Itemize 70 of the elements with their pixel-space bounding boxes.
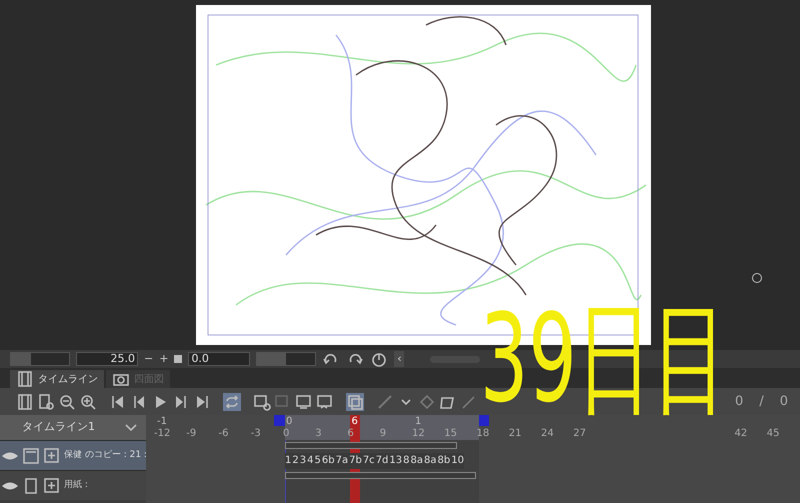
layer-row[interactable]: 保健 のコピー : 21 : — [0, 440, 146, 470]
cel-label: 7c — [362, 454, 375, 468]
page-icon[interactable] — [22, 476, 40, 494]
timeline-name: タイムライン1 — [22, 419, 95, 436]
range-start-marker — [274, 415, 285, 426]
film-icon[interactable] — [16, 370, 34, 388]
rotation-field[interactable]: 0.0 — [188, 352, 250, 366]
frame-tick: -12 — [154, 427, 170, 441]
loop-icon[interactable] — [223, 392, 241, 410]
rotation-slider[interactable] — [256, 352, 316, 366]
frame-tick: 3 — [315, 427, 322, 441]
expand-icon[interactable] — [43, 446, 61, 464]
reset-rotation-icon[interactable] — [370, 350, 388, 368]
layer-name: 用紙 : — [64, 478, 88, 492]
frame-tick: 9 — [380, 427, 386, 441]
cel-label: 6b — [322, 454, 335, 468]
zoom-out-button[interactable]: − — [144, 350, 154, 368]
cursor-icon — [752, 273, 762, 283]
onion-skin-icon[interactable] — [346, 392, 364, 410]
cel-label: 7d — [376, 454, 388, 468]
current-frame: 6 — [352, 415, 358, 429]
frame-tick: 12 — [412, 427, 425, 441]
panel-tab[interactable]: タイムライン — [10, 370, 104, 388]
zoom-slider[interactable] — [10, 352, 70, 366]
frame-tick: -9 — [186, 427, 196, 441]
zoom-out-icon[interactable] — [58, 392, 76, 410]
layer-name: 保健 のコピー : 21 : — [64, 448, 147, 462]
new-film-icon[interactable] — [37, 392, 55, 410]
cel-label: 1 — [285, 454, 292, 468]
frame-tick: 21 — [508, 427, 522, 441]
cel-label: 8a — [424, 454, 437, 468]
frame-tick: 27 — [573, 427, 586, 441]
section-label: 0 — [286, 415, 292, 428]
zoom-in-button[interactable]: + — [159, 350, 168, 368]
timeline-dropdown[interactable]: タイムライン1 — [0, 415, 146, 440]
collapse-button[interactable]: ‹ — [394, 350, 404, 368]
new-cel-icon[interactable] — [253, 392, 271, 410]
cel-label: 2 — [292, 454, 299, 468]
section-label: -1 — [157, 415, 167, 428]
zoom-field[interactable]: 25.0 — [76, 352, 138, 366]
frame-tick: 45 — [766, 427, 780, 441]
frame-tick: 0 — [283, 427, 290, 441]
cel-link-icon[interactable] — [295, 392, 313, 410]
zoom-in-icon[interactable] — [79, 392, 97, 410]
cel-label: 7b — [349, 454, 362, 468]
expand-icon[interactable] — [43, 476, 61, 494]
frame-tick: 42 — [734, 427, 748, 441]
cel-label: 5 — [314, 454, 321, 468]
separator-text: / — [759, 392, 764, 411]
frame-tick: 15 — [444, 427, 457, 441]
section-label: 1 — [415, 415, 422, 428]
frame-tick: 18 — [476, 427, 490, 441]
cel-label: 8 — [403, 454, 410, 468]
fit-button[interactable] — [174, 355, 182, 363]
cel-label: 8a — [410, 454, 424, 468]
cel-label: 7a — [336, 454, 348, 468]
layer-row[interactable]: 用紙 : — [0, 470, 146, 500]
frame-tick: -3 — [250, 427, 261, 441]
cel-label: 3 — [300, 454, 306, 468]
cel-label: 13 — [389, 454, 402, 468]
cel-unlink-icon[interactable] — [316, 392, 334, 410]
frame-number: 0 — [780, 392, 788, 411]
frame-number: 0 — [735, 392, 744, 411]
frame-tick: -6 — [218, 427, 228, 441]
cel-label: 4 — [307, 454, 314, 468]
frame-icon[interactable] — [22, 446, 40, 464]
frame-tick: 24 — [541, 427, 554, 441]
cel-label: 8b — [438, 454, 450, 468]
film-icon[interactable] — [16, 392, 34, 410]
cel-label: 10 — [451, 454, 464, 468]
